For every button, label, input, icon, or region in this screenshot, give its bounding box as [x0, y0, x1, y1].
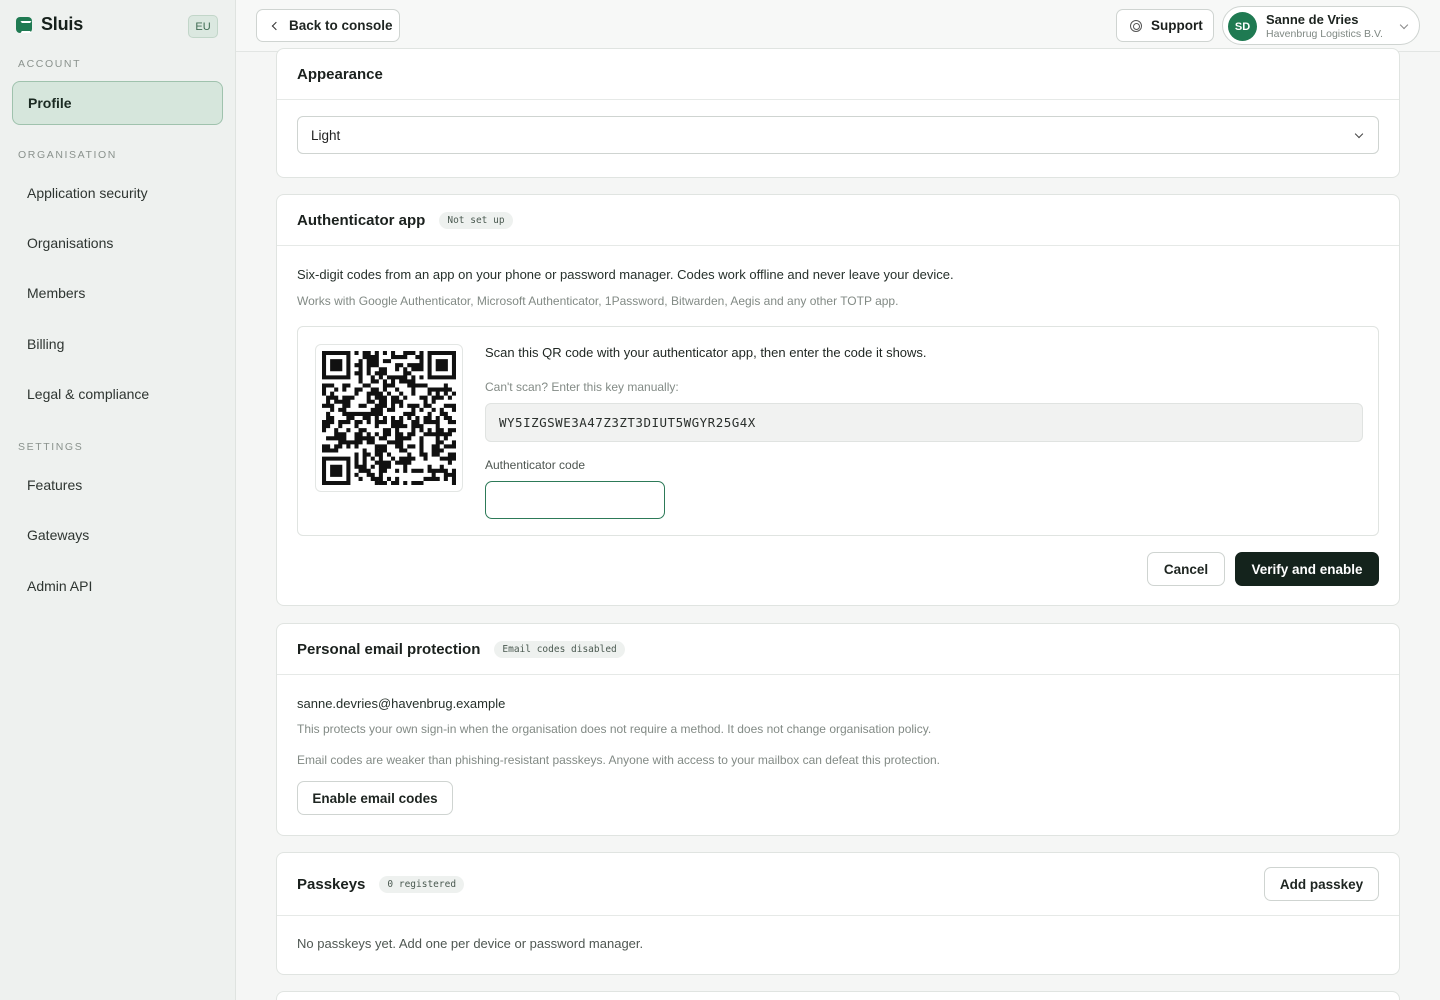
sidebar-item-admin-api[interactable]: Admin API: [12, 564, 223, 608]
region-badge: EU: [188, 15, 218, 38]
app-name: Sluis: [41, 14, 84, 34]
email-protection-header: Personal email protection Email codes di…: [277, 624, 1399, 675]
section-label-settings: SETTINGS: [18, 441, 84, 453]
passkeys-status-badge: 0 registered: [379, 875, 465, 893]
verify-and-enable-button[interactable]: Verify and enable: [1235, 552, 1379, 586]
avatar: SD: [1228, 12, 1257, 41]
sidebar-item-legal-compliance[interactable]: Legal & compliance: [12, 372, 223, 416]
sidebar-item-application-security[interactable]: Application security: [12, 171, 223, 215]
sidebar-item-profile[interactable]: Profile: [12, 81, 223, 125]
section-label-organisation: ORGANISATION: [18, 149, 117, 161]
authenticator-code-label: Authenticator code: [485, 458, 586, 472]
app-logo-icon: [16, 16, 32, 33]
scan-instructions: Scan this QR code with your authenticato…: [485, 345, 927, 360]
appearance-value: Light: [311, 127, 341, 143]
support-button[interactable]: Support: [1116, 9, 1214, 42]
add-passkey-button[interactable]: Add passkey: [1264, 867, 1379, 901]
sidebar-item-members[interactable]: Members: [12, 271, 223, 315]
email-protection-note: This protects your own sign-in when the …: [297, 722, 932, 736]
top-bar: Back to console Support SD Sanne de Vrie…: [236, 0, 1440, 52]
appearance-title: Appearance: [297, 65, 383, 83]
passkeys-empty-text: No passkeys yet. Add one per device or p…: [297, 936, 644, 951]
email-protection-warning: Email codes are weaker than phishing-res…: [297, 753, 941, 767]
authenticator-status-badge: Not set up: [439, 211, 513, 229]
qr-code: [315, 344, 463, 492]
appearance-card: Appearance Light: [276, 48, 1400, 178]
email-protection-title: Personal email protection: [297, 640, 481, 658]
back-to-console-label: Back to console: [289, 18, 393, 33]
authenticator-header: Authenticator app Not set up: [277, 195, 1399, 246]
authenticator-compat: Works with Google Authenticator, Microso…: [297, 294, 899, 308]
sidebar-item-billing[interactable]: Billing: [12, 322, 223, 366]
appearance-header: Appearance: [277, 49, 1399, 100]
manual-key-label: Can't scan? Enter this key manually:: [485, 380, 679, 394]
user-org: Havenbrug Logistics B.V.: [1266, 28, 1383, 40]
manual-key-field[interactable]: WY5IZGSWE3A47Z3ZT3DIUT5WGYR25G4X: [485, 403, 1363, 442]
section-label-account: ACCOUNT: [18, 58, 82, 70]
email-protection-card: Personal email protection Email codes di…: [276, 623, 1400, 836]
passkeys-header: Passkeys 0 registered: [277, 853, 1399, 916]
brand[interactable]: Sluis: [16, 14, 83, 35]
authenticator-description: Six-digit codes from an app on your phon…: [297, 267, 954, 282]
sidebar-item-gateways[interactable]: Gateways: [12, 513, 223, 557]
email-protection-status-badge: Email codes disabled: [494, 640, 625, 658]
authenticator-card: Authenticator app Not set up Six-digit c…: [276, 194, 1400, 606]
authenticator-title: Authenticator app: [297, 211, 426, 229]
sidebar-item-organisations[interactable]: Organisations: [12, 221, 223, 265]
next-card: [276, 991, 1400, 1000]
chevron-down-icon: [1399, 20, 1409, 30]
sidebar: Sluis EU ACCOUNT Profile ORGANISATION Ap…: [0, 0, 236, 1000]
cancel-button[interactable]: Cancel: [1147, 552, 1225, 586]
back-to-console-button[interactable]: Back to console: [256, 9, 400, 42]
chevron-down-icon: [1354, 129, 1364, 139]
authenticator-code-input[interactable]: [485, 481, 665, 519]
lifebuoy-icon: [1130, 19, 1142, 32]
passkeys-title: Passkeys: [297, 875, 366, 893]
appearance-select[interactable]: Light: [297, 116, 1379, 154]
email-address: sanne.devries@havenbrug.example: [297, 696, 506, 711]
chevron-left-icon: [271, 21, 281, 30]
enable-email-codes-button[interactable]: Enable email codes: [297, 781, 453, 815]
user-name: Sanne de Vries: [1266, 12, 1359, 27]
sidebar-item-features[interactable]: Features: [12, 463, 223, 507]
user-menu-button[interactable]: SD Sanne de Vries Havenbrug Logistics B.…: [1222, 6, 1420, 45]
qr-setup-panel: Scan this QR code with your authenticato…: [297, 326, 1379, 536]
support-label: Support: [1151, 18, 1203, 33]
passkeys-card: Passkeys 0 registered Add passkey No pas…: [276, 852, 1400, 975]
